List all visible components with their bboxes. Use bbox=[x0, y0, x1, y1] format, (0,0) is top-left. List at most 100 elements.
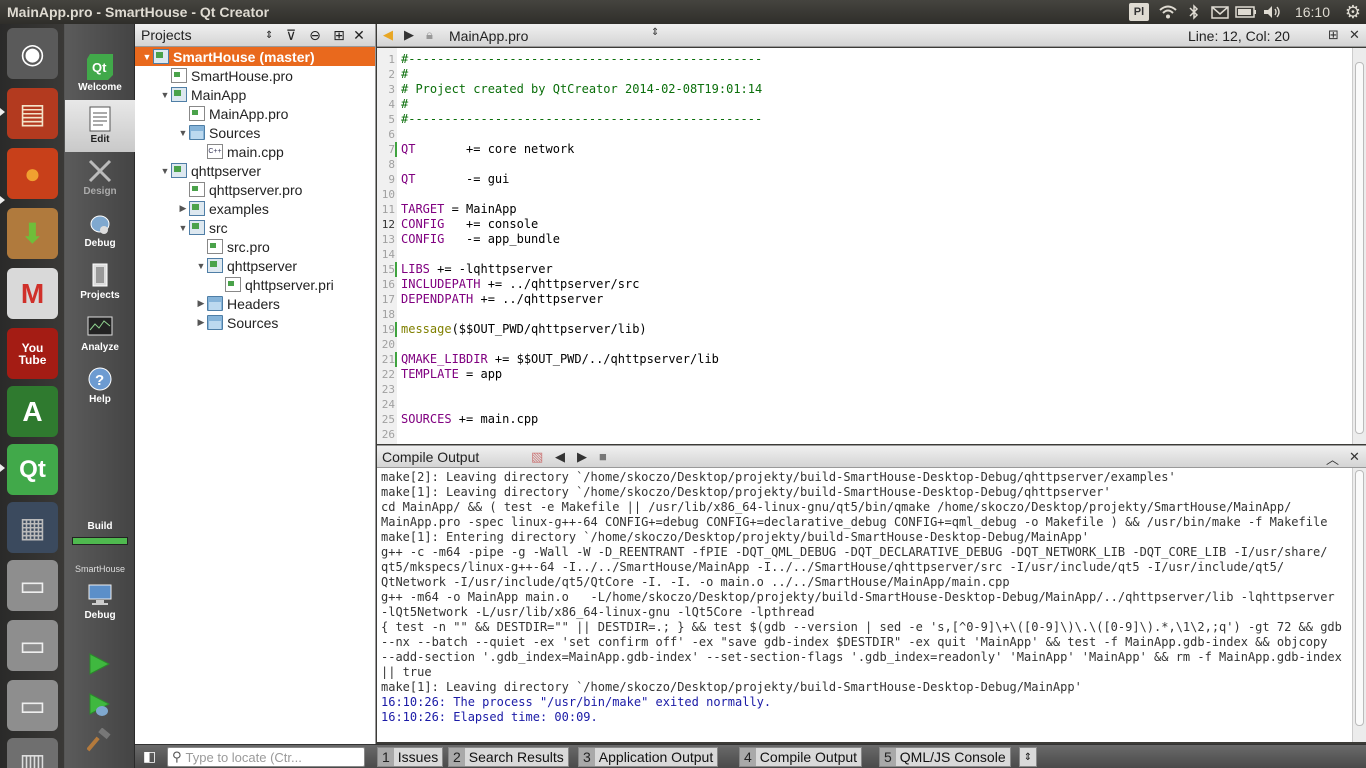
tree-item[interactable]: MainApp.pro bbox=[135, 104, 375, 123]
settings-gear-icon[interactable]: ⚙ bbox=[1340, 0, 1366, 24]
software-updater-icon[interactable]: A bbox=[7, 386, 58, 437]
close-pane-icon[interactable]: ✕ bbox=[1349, 449, 1360, 465]
editor-scrollbar-thumb[interactable] bbox=[1355, 62, 1364, 434]
bluetooth-icon[interactable] bbox=[1181, 0, 1207, 24]
debug-run-button[interactable] bbox=[87, 692, 113, 723]
stop-icon[interactable]: ■ bbox=[599, 449, 607, 464]
firefox-icon[interactable]: ● bbox=[7, 148, 58, 199]
files-icon[interactable]: ▤ bbox=[7, 88, 58, 139]
tree-expand-arrow-icon[interactable]: ▼ bbox=[141, 52, 153, 62]
tree-item[interactable]: ▼ Sources bbox=[135, 123, 375, 142]
toggle-sidebar-icon[interactable]: ◧ bbox=[143, 748, 156, 765]
mode-edit[interactable]: Edit bbox=[65, 100, 135, 152]
tree-expand-arrow-icon[interactable]: ▼ bbox=[177, 223, 189, 233]
archive-icon[interactable]: ⬇ bbox=[7, 208, 58, 259]
output-scrollbar-thumb[interactable] bbox=[1355, 470, 1364, 726]
tab-search-results[interactable]: 2 Search Results bbox=[448, 747, 569, 767]
run-button[interactable] bbox=[87, 652, 111, 681]
mode-debug[interactable]: Debug bbox=[65, 204, 135, 256]
tab-compile-output[interactable]: 4 Compile Output bbox=[739, 747, 863, 767]
editor-scrollbar[interactable] bbox=[1352, 48, 1366, 444]
maximize-pane-icon[interactable]: ︿ bbox=[1326, 449, 1339, 468]
document-selector-arrow-icon[interactable]: ⇕ bbox=[651, 27, 659, 38]
code-text: += -lqhttpserver bbox=[429, 262, 553, 276]
open-document-selector[interactable]: MainApp.pro bbox=[449, 28, 528, 44]
tree-item[interactable]: src.pro bbox=[135, 237, 375, 256]
tab-application-output[interactable]: 3 Application Output bbox=[578, 747, 719, 767]
code-line: #---------------------------------------… bbox=[401, 52, 762, 67]
wifi-icon[interactable] bbox=[1155, 0, 1181, 24]
tree-item[interactable]: SmartHouse.pro bbox=[135, 66, 375, 85]
tree-expand-arrow-icon[interactable]: ▶ bbox=[195, 298, 207, 309]
ubuntu-dash-icon[interactable]: ◉ bbox=[7, 28, 58, 79]
tree-expand-arrow-icon[interactable]: ▶ bbox=[177, 203, 189, 214]
mail-icon[interactable] bbox=[1207, 0, 1233, 24]
drive-icon-1[interactable]: ▭ bbox=[7, 560, 58, 611]
link-editor-icon[interactable]: ⊖ bbox=[303, 27, 327, 44]
more-tabs-button[interactable]: ⇕ bbox=[1019, 747, 1037, 767]
tree-item[interactable]: qhttpserver.pri bbox=[135, 275, 375, 294]
tree-expand-arrow-icon[interactable]: ▼ bbox=[159, 90, 171, 100]
next-item-icon[interactable]: ▶ bbox=[577, 449, 587, 465]
code-editor[interactable]: 1 2 3 4 5 6 7 8 9 10 11 12 13 14 15 16 17 18 19 20 21 22 23 24 2… bbox=[377, 48, 1366, 444]
clear-output-icon[interactable]: ▧ bbox=[531, 449, 543, 465]
trash-icon[interactable]: ▥ bbox=[7, 738, 58, 768]
tree-item[interactable]: ▼ SmartHouse (master) bbox=[135, 47, 375, 66]
mode-welcome[interactable]: Qt Welcome bbox=[65, 48, 135, 100]
tree-item-label: Headers bbox=[227, 295, 280, 312]
tree-item[interactable]: ▶ Headers bbox=[135, 294, 375, 313]
tree-expand-arrow-icon[interactable]: ▼ bbox=[177, 128, 189, 138]
tree-item[interactable]: ▶ Sources bbox=[135, 313, 375, 332]
close-editor-icon[interactable]: ✕ bbox=[1349, 27, 1360, 43]
code-keyword: QT bbox=[401, 142, 416, 156]
tab-label: Compile Output bbox=[759, 749, 858, 765]
folder-icon bbox=[207, 315, 223, 330]
youtube-icon[interactable]: You Tube bbox=[7, 328, 58, 379]
tree-item[interactable]: ▶ examples bbox=[135, 199, 375, 218]
tree-item[interactable]: ▼ MainApp bbox=[135, 85, 375, 104]
code-line: message($$OUT_PWD/qhttpserver/lib) bbox=[401, 322, 647, 337]
tree-item[interactable]: qhttpserver.pro bbox=[135, 180, 375, 199]
volume-icon[interactable] bbox=[1259, 0, 1285, 24]
tree-item[interactable]: C++ main.cpp bbox=[135, 142, 375, 161]
qtcreator-launcher-icon[interactable]: Qt bbox=[7, 444, 58, 495]
gmail-icon[interactable]: M bbox=[7, 268, 58, 319]
locator-input[interactable]: ⚲ Type to locate (Ctr... bbox=[167, 747, 365, 767]
mode-design[interactable]: Design bbox=[65, 152, 135, 204]
tree-item[interactable]: ▼ qhttpserver bbox=[135, 161, 375, 180]
drive-icon-3[interactable]: ▭ bbox=[7, 680, 58, 731]
view-selector-arrow-icon[interactable]: ⇕ bbox=[265, 30, 279, 41]
projects-view-selector[interactable]: Projects bbox=[135, 27, 265, 43]
tab-issues[interactable]: 1 Issues bbox=[377, 747, 444, 767]
cursor-position[interactable]: Line: 12, Col: 20 bbox=[1188, 28, 1290, 44]
tree-expand-arrow-icon[interactable]: ▼ bbox=[159, 166, 171, 176]
tree-expand-arrow-icon[interactable]: ▼ bbox=[195, 261, 207, 271]
tree-item[interactable]: ▼ src bbox=[135, 218, 375, 237]
previous-item-icon[interactable]: ◀ bbox=[555, 449, 565, 465]
tree-expand-arrow-icon[interactable]: ▶ bbox=[195, 317, 207, 328]
pro-file-icon bbox=[171, 68, 187, 83]
project-icon bbox=[153, 49, 169, 64]
filter-icon[interactable]: ⊽ bbox=[279, 27, 303, 44]
forward-arrow-icon[interactable]: ▶ bbox=[404, 27, 414, 43]
workspace-switcher-icon[interactable]: ▦ bbox=[7, 502, 58, 553]
mode-projects[interactable]: Projects bbox=[65, 256, 135, 308]
keyboard-layout-indicator[interactable]: Pl bbox=[1128, 3, 1149, 21]
split-editor-icon[interactable]: ⊞ bbox=[1328, 27, 1339, 43]
mode-help[interactable]: ? Help bbox=[65, 360, 135, 412]
back-arrow-icon[interactable]: ◀ bbox=[383, 27, 393, 43]
output-scrollbar[interactable] bbox=[1352, 468, 1366, 742]
tree-item[interactable]: ▼ qhttpserver bbox=[135, 256, 375, 275]
kit-selector[interactable]: Debug bbox=[65, 576, 135, 628]
close-panel-icon[interactable]: ✕ bbox=[351, 27, 367, 44]
clock[interactable]: 16:10 bbox=[1285, 4, 1340, 20]
line-number: 6 bbox=[388, 128, 395, 141]
code-keyword: QMAKE_LIBDIR bbox=[401, 352, 488, 366]
drive-icon-2[interactable]: ▭ bbox=[7, 620, 58, 671]
battery-icon[interactable] bbox=[1233, 0, 1259, 24]
tab-qml-js-console[interactable]: 5 QML/JS Console bbox=[879, 747, 1011, 767]
compile-output[interactable]: make[2]: Leaving directory `/home/skoczo… bbox=[377, 468, 1366, 742]
mode-analyze[interactable]: Analyze bbox=[65, 308, 135, 360]
build-button[interactable] bbox=[86, 727, 113, 757]
split-panel-icon[interactable]: ⊞ bbox=[327, 27, 351, 44]
